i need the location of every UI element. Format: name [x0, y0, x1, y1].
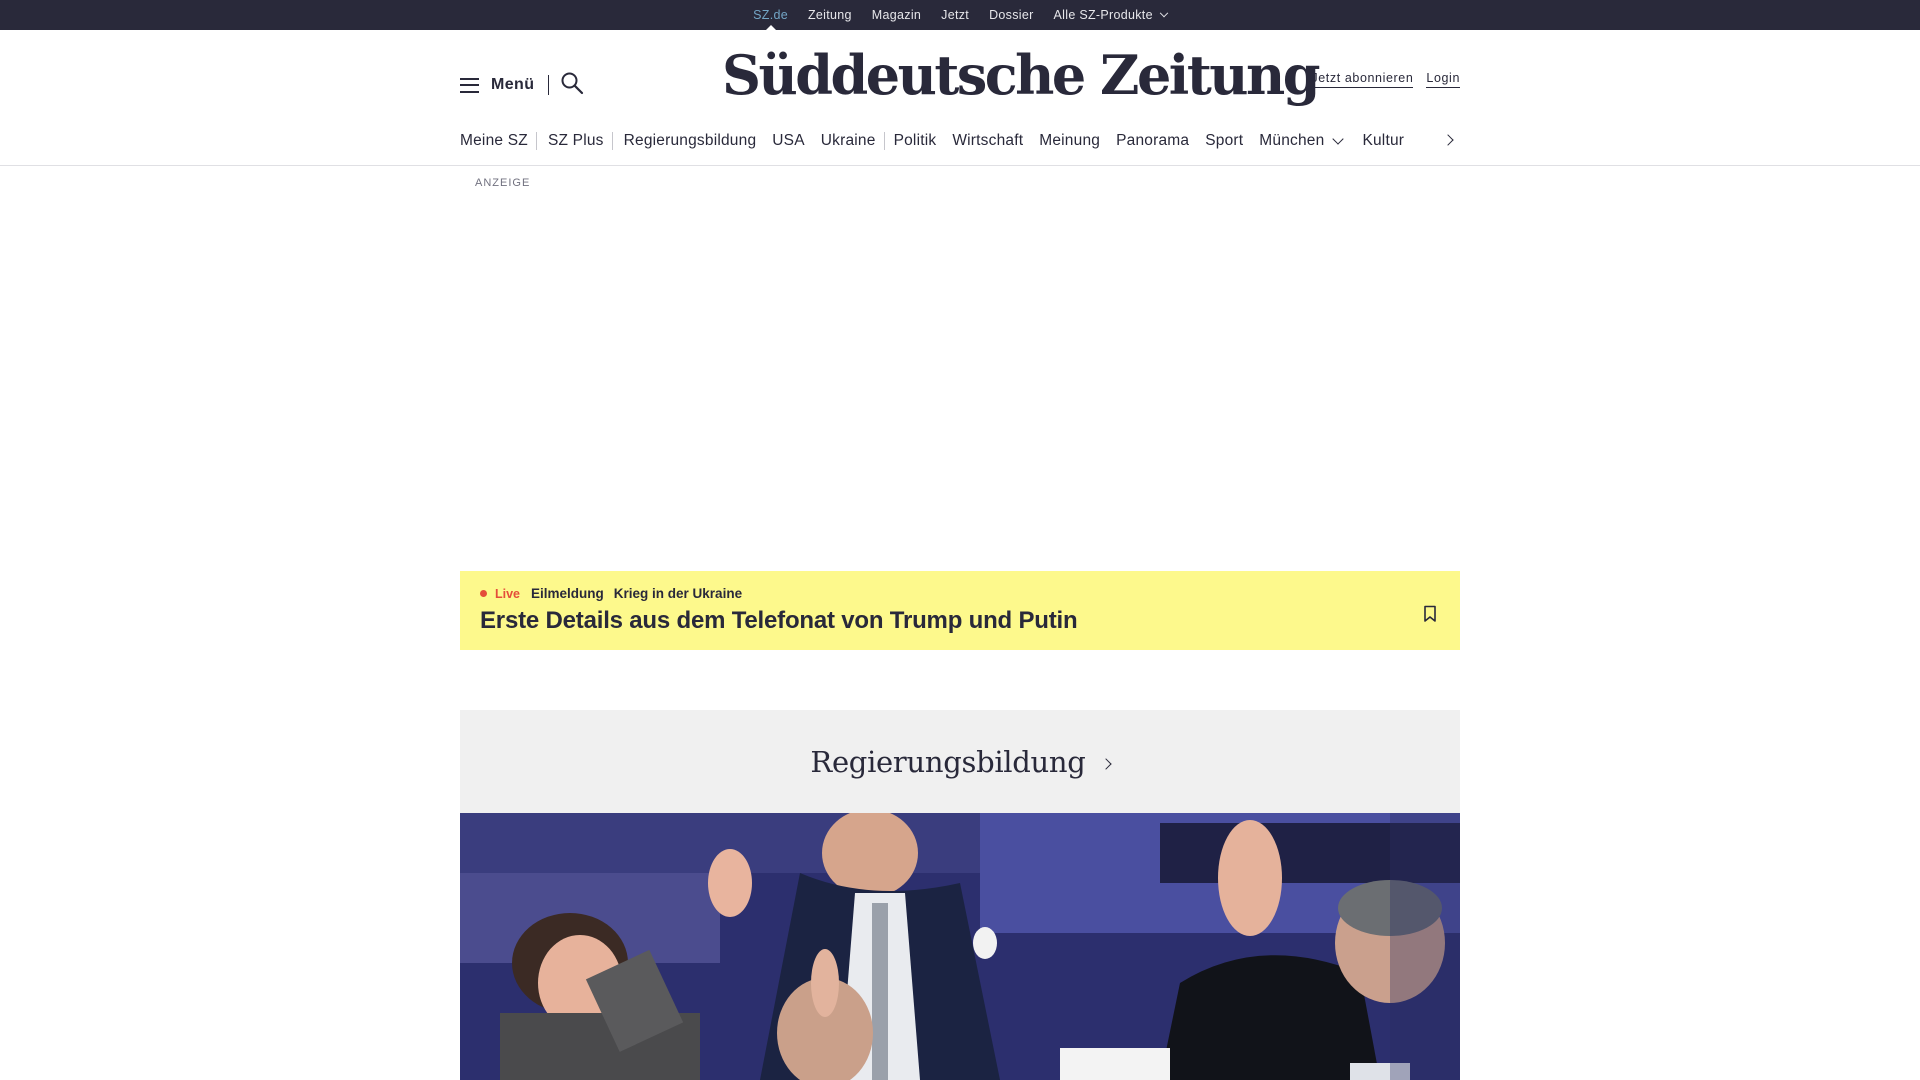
nav-item-sz-plus[interactable]: SZ Plus: [537, 132, 612, 150]
login-link[interactable]: Login: [1426, 71, 1460, 88]
chevron-down-icon: [1332, 132, 1345, 145]
nav-item-regierungsbildung[interactable]: Regierungsbildung: [613, 132, 765, 150]
breaking-headline[interactable]: Erste Details aus dem Telefonat von Trum…: [480, 607, 1078, 635]
product-link-zeitung[interactable]: Zeitung: [798, 0, 862, 30]
section-title: Regierungsbildung: [810, 744, 1086, 779]
menu-button[interactable]: Menü: [460, 73, 534, 97]
section-link[interactable]: Regierungsbildung: [810, 744, 1112, 779]
site-header: Menü Süddeutsche Zeitung Jetzt abonniere…: [460, 30, 1460, 135]
chevron-right-icon: [1099, 757, 1112, 770]
live-dot-icon: [480, 590, 487, 597]
product-dropdown-label: Alle SZ-Produkte: [1053, 8, 1153, 22]
section-nav: Meine SZ SZ Plus Regierungsbildung USA U…: [460, 127, 1460, 154]
hamburger-icon: [460, 77, 479, 93]
ad-label: ANZEIGE: [475, 177, 531, 189]
nav-item-usa[interactable]: USA: [764, 132, 812, 150]
product-link-jetzt[interactable]: Jetzt: [931, 0, 979, 30]
breaking-kicker: Eilmeldung: [531, 586, 604, 601]
lead-image-illustration: [460, 813, 1460, 1080]
nav-item-ukraine[interactable]: Ukraine: [813, 132, 884, 150]
product-dropdown-all[interactable]: Alle SZ-Produkte: [1044, 0, 1177, 30]
breaking-news-banner[interactable]: Live Eilmeldung Krieg in der Ukraine Ers…: [460, 571, 1460, 650]
bookmark-icon[interactable]: [1423, 605, 1437, 623]
site-logo[interactable]: Süddeutsche Zeitung: [722, 40, 1321, 110]
product-bar: SZ.de Zeitung Magazin Jetzt Dossier Alle…: [0, 0, 1920, 30]
chevron-down-icon: [1159, 8, 1169, 18]
header-divider-line: [0, 165, 1920, 166]
menu-label: Menü: [491, 76, 535, 93]
breaking-meta: Live Eilmeldung Krieg in der Ukraine: [480, 586, 742, 601]
nav-item-meine-sz[interactable]: Meine SZ: [460, 132, 536, 150]
lead-article-image[interactable]: [460, 813, 1460, 1080]
nav-item-muenchen[interactable]: München: [1251, 132, 1350, 150]
nav-item-meinung[interactable]: Meinung: [1031, 132, 1108, 150]
product-link-dossier[interactable]: Dossier: [979, 0, 1043, 30]
section-teaser: Regierungsbildung: [460, 710, 1460, 813]
nav-item-muenchen-label: München: [1259, 131, 1325, 149]
product-link-sz-de[interactable]: SZ.de: [743, 0, 798, 30]
product-bar-items: SZ.de Zeitung Magazin Jetzt Dossier Alle…: [743, 0, 1177, 30]
breaking-topic: Krieg in der Ukraine: [613, 586, 743, 601]
nav-item-wirtschaft[interactable]: Wirtschaft: [944, 132, 1031, 150]
product-link-magazin[interactable]: Magazin: [862, 0, 931, 30]
nav-item-kultur[interactable]: Kultur: [1350, 132, 1412, 150]
subscribe-link[interactable]: Jetzt abonnieren: [1311, 71, 1414, 88]
chevron-right-icon[interactable]: [1440, 131, 1460, 151]
nav-item-sport[interactable]: Sport: [1197, 132, 1251, 150]
search-icon[interactable]: [560, 71, 584, 95]
nav-item-politik[interactable]: Politik: [885, 132, 945, 150]
header-divider: [548, 75, 549, 95]
nav-item-panorama[interactable]: Panorama: [1108, 132, 1197, 150]
live-label: Live: [495, 586, 521, 601]
account-links: Jetzt abonnieren Login: [1311, 71, 1460, 88]
